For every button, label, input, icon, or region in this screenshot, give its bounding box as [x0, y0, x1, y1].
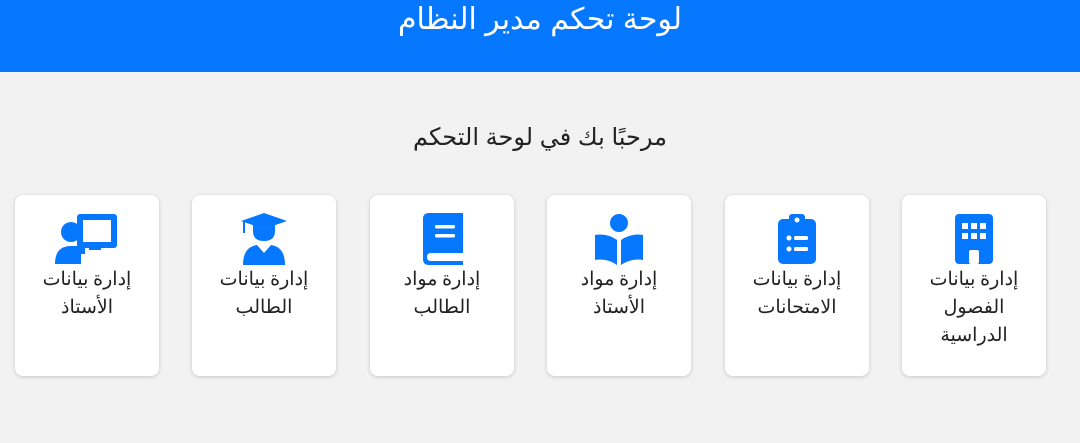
building-icon: [902, 213, 1046, 265]
card-manage-teachers[interactable]: إدارة بيانات الأستاذ: [15, 195, 159, 376]
card-label: إدارة بيانات الفصول الدراسية: [929, 269, 1019, 346]
book-reader-icon: [547, 213, 691, 265]
card-manage-teacher-subjects[interactable]: إدارة مواد الأستاذ: [547, 195, 691, 376]
card-label: إدارة بيانات الامتحانات: [752, 269, 842, 318]
clipboard-list-icon: [725, 213, 869, 265]
card-manage-student-subjects[interactable]: إدارة مواد الطالب: [370, 195, 514, 376]
card-manage-exams[interactable]: إدارة بيانات الامتحانات: [725, 195, 869, 376]
graduate-icon: [192, 213, 336, 265]
card-label: إدارة بيانات الطالب: [219, 269, 309, 318]
card-label: إدارة مواد الطالب: [403, 269, 481, 318]
card-label: إدارة مواد الأستاذ: [580, 269, 658, 318]
page-title: لوحة تحكم مدير النظام: [397, 3, 683, 36]
card-manage-students[interactable]: إدارة بيانات الطالب: [192, 195, 336, 376]
card-manage-classes[interactable]: إدارة بيانات الفصول الدراسية: [902, 195, 1046, 376]
welcome-message: مرحبًا بك في لوحة التحكم: [413, 124, 667, 151]
teacher-board-icon: [15, 213, 159, 265]
top-header-bar: لوحة تحكم مدير النظام: [0, 0, 1080, 72]
book-icon: [370, 213, 514, 265]
card-label: إدارة بيانات الأستاذ: [42, 269, 132, 318]
